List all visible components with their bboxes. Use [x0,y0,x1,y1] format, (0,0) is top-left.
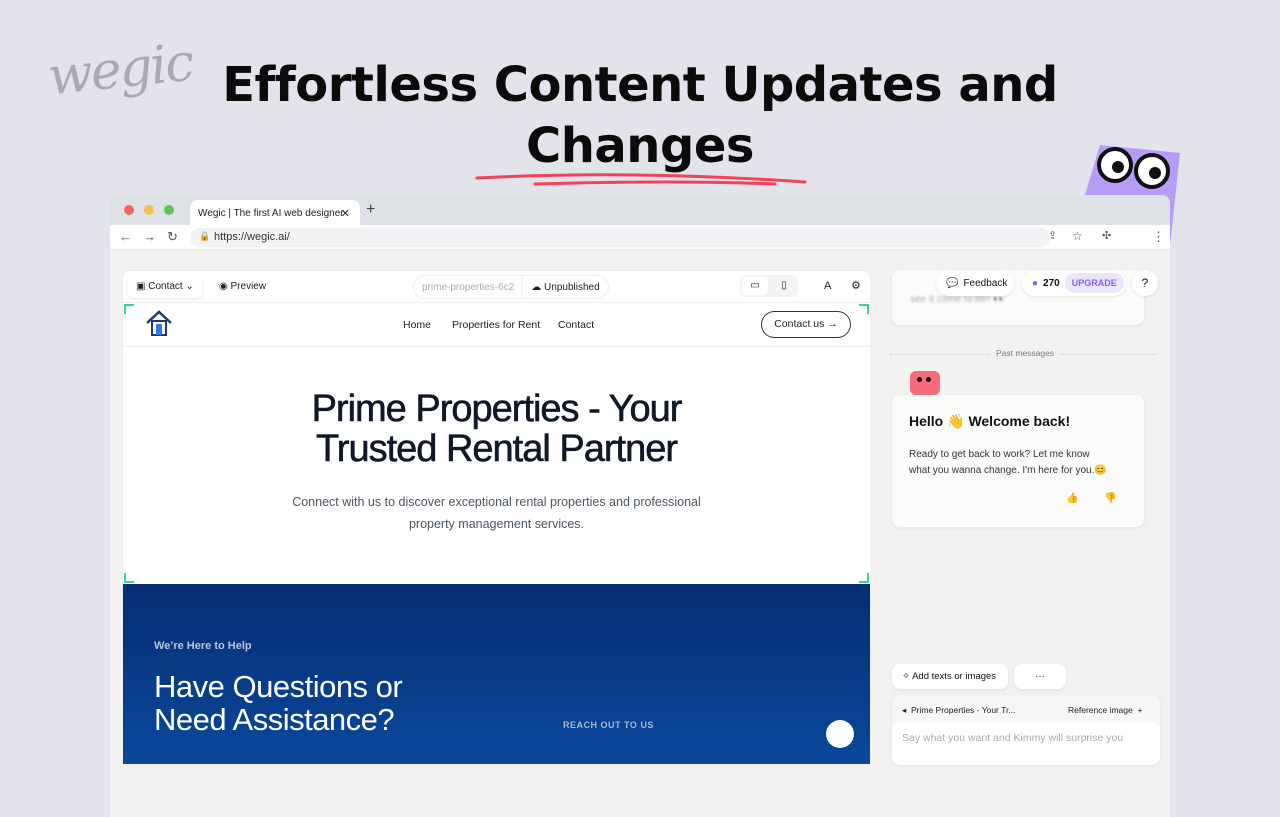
new-tab-button[interactable]: + [366,201,375,219]
eyebrow-text: We’re Here to Help [154,640,252,652]
publish-status-label: Unpublished [544,281,600,293]
message-line-2: what you wanna change. I'm here for you.… [909,465,1107,476]
kimmy-avatar-icon [910,371,940,395]
tab-bar: Wegic | The first AI web designer ✕ + [110,195,1170,225]
browser-menu-icon[interactable]: ⋮ [1152,229,1165,245]
past-messages-label: Past messages [990,348,1061,358]
credits-chip: ● 270 UPGRADE [1022,270,1126,296]
chat-bubble-icon: 💬 [946,277,959,289]
bookmark-star-icon[interactable]: ☆ [1072,229,1083,243]
help-button[interactable]: ? [1132,270,1158,296]
nav-home[interactable]: Home [403,319,431,331]
nav-properties-for-rent[interactable]: Properties for Rent [452,319,540,331]
nav-contact[interactable]: Contact [558,319,594,331]
assistant-bubble-icon[interactable] [826,720,854,748]
chat-input-box: ◂ Prime Properties - Your Tr... Referenc… [892,695,1160,765]
close-tab-icon[interactable]: ✕ [341,207,350,220]
reload-icon[interactable]: ↻ [167,229,178,245]
thumbs-up-icon[interactable]: 👍 [1066,493,1078,504]
url-text: https://wegic.ai/ [214,231,290,243]
device-toggle: ▭ ▯ [740,275,798,297]
feedback-button[interactable]: 💬 Feedback [936,270,1014,296]
more-button[interactable]: ··· [1014,664,1066,689]
share-icon[interactable]: ⇪ [1048,229,1057,242]
minimize-window-button[interactable] [144,205,154,215]
editor-toolbar: ▣ Contact ⌄ ◉ Preview prime-properties-6… [123,271,870,303]
plus-icon: + [1137,705,1143,715]
selection-corner [859,573,869,583]
arrow-right-icon: → [827,318,838,330]
context-label: Prime Properties - Your Tr... [911,705,1016,715]
add-texts-button[interactable]: ✧ Add texts or images [892,664,1008,689]
hero-title-line-2: Trusted Rental Partner [316,428,679,470]
chevron-down-icon: ⌄ [185,281,194,292]
close-window-button[interactable] [124,205,134,215]
thumbs-down-icon[interactable]: 👎 [1104,493,1116,504]
upgrade-button[interactable]: UPGRADE [1064,273,1124,293]
mobile-view-icon[interactable]: ▯ [771,277,797,295]
maximize-window-button[interactable] [164,205,174,215]
address-bar: ← → ↻ 🔒 https://wegic.ai/ ⇪ ☆ ✣ ⋮ [110,225,1170,250]
browser-window: Wegic | The first AI web designer ✕ + ← →… [110,195,1170,817]
contact-section: We’re Here to Help Have Questions or Need… [123,584,870,764]
desktop-view-icon[interactable]: ▭ [742,277,768,295]
message-line-1: Ready to get back to work? Let me know [909,449,1090,460]
cta-label: Contact us [774,318,825,330]
site-header: Home Properties for Rent Contact Contact… [123,303,870,347]
site-canvas: ▣ Contact ⌄ ◉ Preview prime-properties-6… [122,270,871,765]
chat-input[interactable]: Say what you want and Kimmy will surpris… [892,722,1160,765]
lock-icon: 🔒 [199,231,211,241]
section-title-line-1: Have Questions or [154,669,403,704]
headline: Effortless Content Updates and Changes [200,55,1080,177]
page-select[interactable]: ▣ Contact ⌄ [128,276,202,298]
back-icon[interactable]: ← [119,229,132,244]
reference-image-button[interactable]: Reference image + [1068,705,1142,715]
hero-section: Prime Properties - Your Trusted Rental Pa… [123,389,870,535]
preview-label: Preview [230,281,267,292]
welcome-message-text: Ready to get back to work? Let me know wh… [909,447,1107,479]
section-title-line-2: Need Assistance? [154,702,395,737]
site-slug: prime-properties-6c2 [422,281,515,293]
publish-status[interactable]: ☁ Unpublished [522,276,607,298]
sparkle-icon: ✧ [902,671,910,682]
chat-panel: see it come to life! 👀 💬 Feedback ● 270 UPG… [890,270,1170,765]
hero-title-line-1: Prime Properties - Your [311,388,682,430]
credits-count: 270 [1043,277,1060,289]
house-logo-icon [146,310,172,336]
hero-subtitle-line-1: Connect with us to discover exceptional … [292,495,701,509]
credit-icon: ● [1032,277,1039,289]
url-input[interactable]: 🔒 https://wegic.ai/ [190,228,1050,247]
reference-label: Reference image [1068,705,1133,715]
red-underline [475,173,807,186]
site-status-pill[interactable]: prime-properties-6c2 ☁ Unpublished [413,275,609,299]
contact-us-button[interactable]: Contact us → [761,311,851,338]
add-texts-label: Add texts or images [912,671,997,682]
hero-subtitle-line-2: property management services. [408,517,585,531]
tab-title: Wegic | The first AI web designer [198,208,344,219]
greeting-text: Hello 👋 Welcome back! [909,413,1071,429]
browser-tab[interactable]: Wegic | The first AI web designer ✕ [190,200,360,225]
selection-corner [124,573,134,583]
eye-icon: ◉ [219,281,228,292]
preview-button[interactable]: ◉ Preview [211,276,274,298]
settings-icon[interactable]: ⚙ [851,279,861,292]
feedback-label: Feedback [963,277,1008,289]
extensions-icon[interactable]: ✣ [1102,229,1111,242]
forward-icon[interactable]: → [143,229,156,244]
font-style-icon[interactable]: A [824,280,831,292]
context-selector[interactable]: ◂ Prime Properties - Your Tr... [902,705,1015,716]
wegic-logo: wegic [45,32,196,108]
section-title: Have Questions or Need Assistance? [154,669,403,737]
page-select-label: Contact [148,281,183,292]
headline-line-1: Effortless Content Updates and [222,57,1058,113]
headline-line-2: Changes [526,118,754,174]
reach-out-label: REACH OUT TO US [563,720,654,730]
welcome-message-card: Hello 👋 Welcome back! Ready to get back … [892,395,1144,527]
